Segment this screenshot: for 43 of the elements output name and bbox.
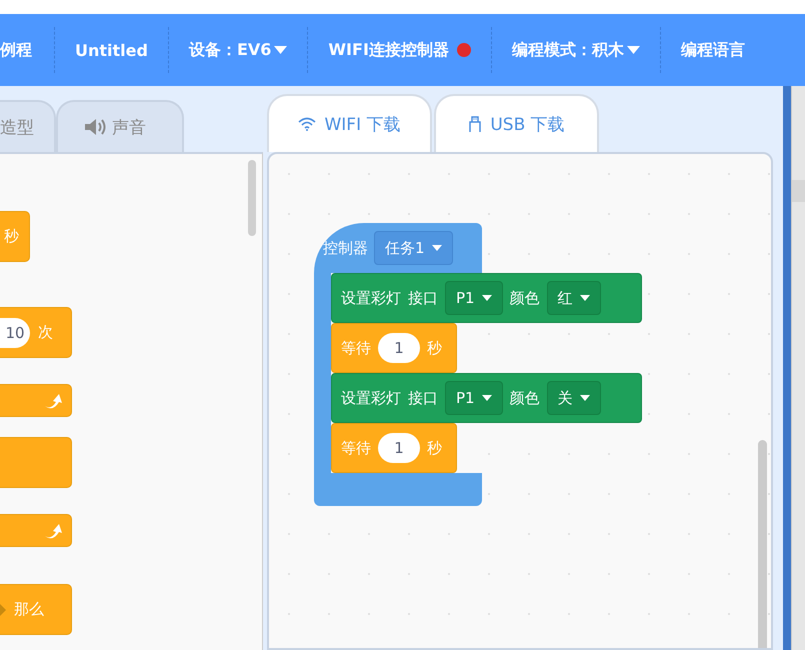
turn-arrow-icon [43, 392, 63, 410]
palette-tab[interactable]: 造型 [0, 100, 56, 152]
caret-icon [482, 395, 492, 401]
color-dropdown[interactable]: 关 [546, 381, 601, 415]
color-dropdown[interactable]: 红 [546, 281, 601, 315]
palette-block[interactable]: 10 次 [0, 307, 72, 358]
turn-arrow-icon [43, 522, 63, 540]
caret-icon [626, 46, 640, 54]
dropdown-menu[interactable]: 设备：EV6 [188, 40, 288, 60]
download-tab[interactable]: USB 下载 [434, 94, 599, 152]
caret-icon [580, 395, 590, 401]
port-dropdown[interactable]: P1 [445, 281, 503, 315]
scrollbar[interactable] [758, 440, 767, 648]
number-input[interactable]: 1 [378, 433, 420, 463]
download-tab[interactable]: WIFI 下载 [267, 94, 432, 152]
diamond-icon [0, 604, 6, 616]
set-light-block[interactable]: 设置彩灯 接口 P1 颜色 关 [331, 373, 642, 423]
palette-block[interactable]: 那么 [0, 584, 72, 635]
palette-tab[interactable]: 声音 [56, 100, 184, 152]
palette-block[interactable] [0, 437, 72, 488]
number-input[interactable]: 1 [378, 333, 420, 363]
connect-button[interactable]: WIFI连接控制器 [328, 40, 471, 60]
caret-icon [274, 46, 288, 54]
caret-icon [482, 295, 492, 301]
caret-icon [580, 295, 590, 301]
palette-block[interactable] [0, 384, 72, 417]
scrollbar[interactable] [248, 160, 256, 236]
speaker-icon [84, 118, 106, 136]
palette-block[interactable] [0, 514, 72, 547]
hat-block[interactable]: 控制器 任务1 [314, 223, 482, 273]
dropdown-menu[interactable]: 编程模式：积木 [512, 40, 640, 60]
set-light-block[interactable]: 设置彩灯 接口 P1 颜色 红 [331, 273, 642, 323]
number-input: 10 [0, 318, 30, 348]
task-dropdown[interactable]: 任务1 [374, 231, 453, 265]
wait-block[interactable]: 等待 1 秒 [331, 323, 457, 373]
menu-item[interactable]: 编程语言 [680, 40, 745, 60]
caret-icon [432, 245, 442, 251]
palette-block[interactable]: 秒 [0, 211, 30, 262]
menu-item[interactable]: Untitled [75, 40, 148, 60]
port-dropdown[interactable]: P1 [445, 381, 503, 415]
wait-block[interactable]: 等待 1 秒 [331, 423, 457, 473]
wifi-icon [298, 117, 316, 131]
usb-icon [468, 116, 482, 132]
